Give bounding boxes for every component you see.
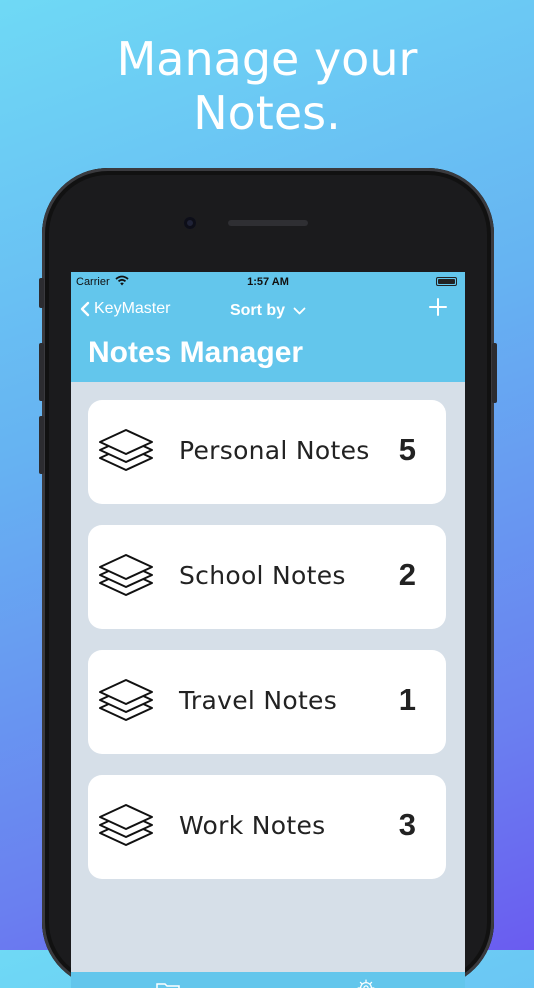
battery-icon xyxy=(436,277,457,286)
sort-by-menu[interactable]: Sort by xyxy=(71,302,465,320)
mute-switch xyxy=(39,278,44,308)
category-card-school[interactable]: School Notes 2 xyxy=(88,525,446,629)
add-button[interactable] xyxy=(429,298,447,316)
layers-icon xyxy=(99,554,153,596)
gear-icon[interactable] xyxy=(354,978,378,988)
layers-icon xyxy=(99,429,153,471)
phone-frame: Carrier 1:57 AM KeyMaster Sort by Notes … xyxy=(39,168,497,988)
earpiece-speaker xyxy=(228,220,308,226)
category-card-work[interactable]: Work Notes 3 xyxy=(88,775,446,879)
sort-by-label: Sort by xyxy=(229,302,286,319)
category-count: 1 xyxy=(398,682,416,717)
volume-down-button xyxy=(39,416,44,474)
layers-icon xyxy=(99,804,153,846)
status-bar: Carrier 1:57 AM xyxy=(71,274,465,292)
navigation-bar: Carrier 1:57 AM KeyMaster Sort by Notes … xyxy=(71,272,465,382)
app-screen: Carrier 1:57 AM KeyMaster Sort by Notes … xyxy=(71,272,465,988)
headline-line-2: Notes. xyxy=(193,86,341,140)
status-time: 1:57 AM xyxy=(247,276,289,288)
volume-up-button xyxy=(39,343,44,401)
category-card-travel[interactable]: Travel Notes 1 xyxy=(88,650,446,754)
page-title: Notes Manager xyxy=(88,336,304,369)
category-count: 5 xyxy=(398,432,416,467)
category-name: Work Notes xyxy=(179,811,326,840)
category-name: Personal Notes xyxy=(179,436,370,465)
category-card-personal[interactable]: Personal Notes 5 xyxy=(88,400,446,504)
category-name: Travel Notes xyxy=(179,686,338,715)
promo-headline: Manage your Notes. xyxy=(0,32,534,140)
layers-icon xyxy=(99,679,153,721)
power-button xyxy=(492,343,497,403)
category-count: 2 xyxy=(398,557,416,592)
tab-bar xyxy=(71,972,465,988)
headline-line-1: Manage your xyxy=(116,32,418,86)
front-camera xyxy=(184,217,196,229)
folder-icon[interactable] xyxy=(155,980,181,988)
category-count: 3 xyxy=(398,807,416,842)
chevron-down-icon xyxy=(293,307,306,315)
category-name: School Notes xyxy=(179,561,346,590)
